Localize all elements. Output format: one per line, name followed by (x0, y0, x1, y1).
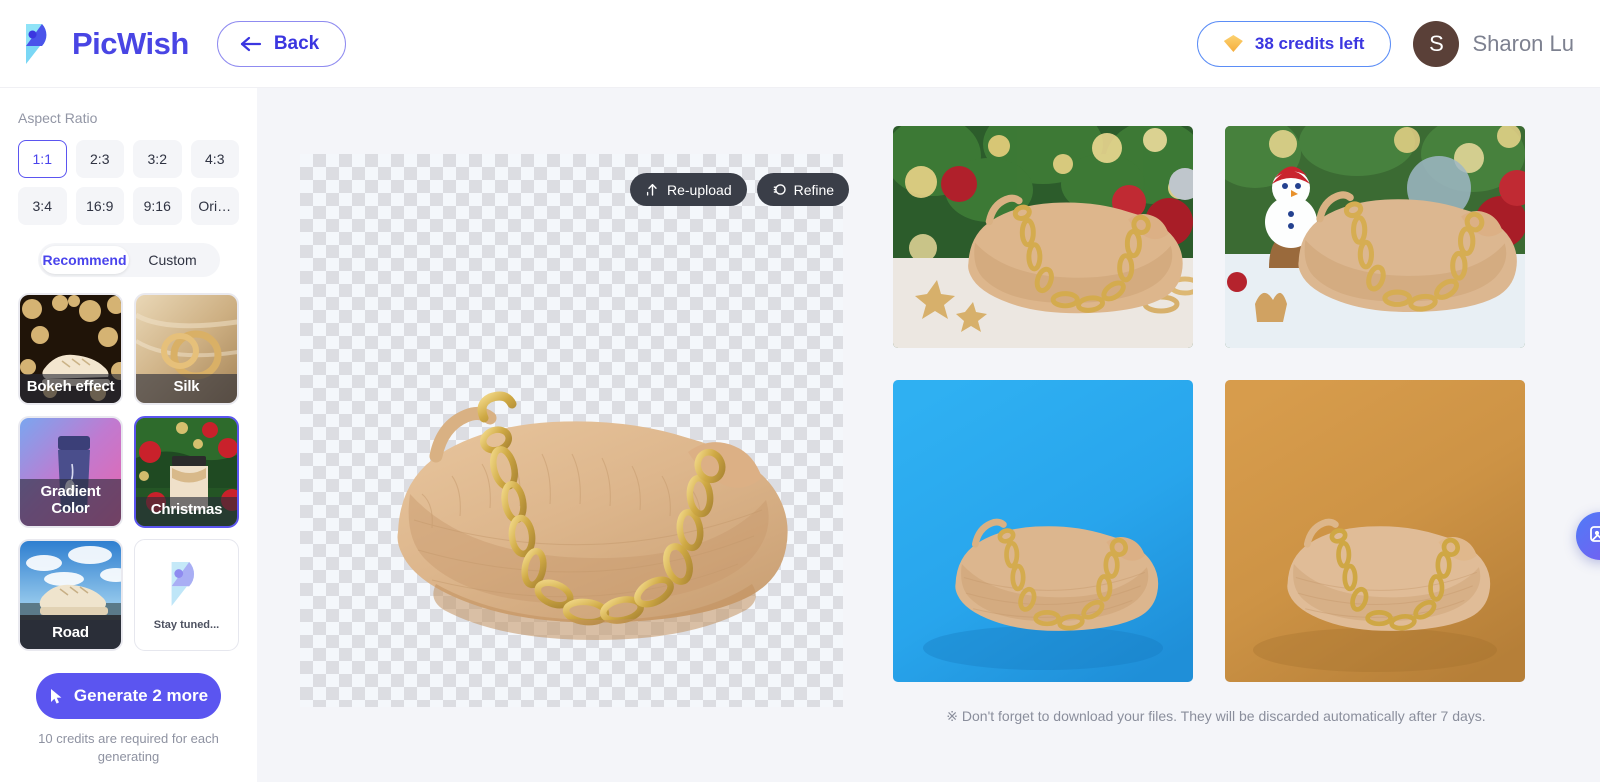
upload-icon (645, 182, 660, 197)
ratio-button-1-1[interactable]: 1:1 (18, 140, 67, 178)
credits-button[interactable]: 38 credits left (1196, 20, 1392, 67)
brand: PicWish (20, 22, 189, 66)
results-footnote: ※ Don't forget to download your files. T… (946, 708, 1486, 724)
ratio-button-2-3[interactable]: 2:3 (75, 140, 124, 178)
source-image-preview[interactable] (300, 154, 843, 707)
picwish-logo-icon-placeholder (165, 559, 209, 609)
ratio-button-4-3[interactable]: 4:3 (190, 140, 239, 178)
template-label-stay-tuned: Stay tuned... (153, 619, 220, 631)
ratio-button-original[interactable]: Ori… (190, 187, 239, 225)
app-header: PicWish Back 38 credits left S Sharon Lu (0, 0, 1600, 88)
refine-icon (772, 182, 787, 197)
tab-recommend[interactable]: Recommend (40, 246, 129, 274)
result-card-snowman[interactable] (1225, 126, 1525, 348)
source-bag-image (370, 344, 800, 684)
template-label-gradient-color: Gradient Color (20, 479, 121, 526)
template-card-bokeh-effect[interactable]: Bokeh effect (18, 293, 123, 405)
template-label-road: Road (20, 620, 121, 649)
back-button-label: Back (273, 32, 320, 54)
user-menu[interactable]: S Sharon Lu (1413, 20, 1574, 67)
results-grid (893, 126, 1539, 682)
cursor-click-icon (49, 688, 65, 705)
template-card-gradient-color[interactable]: Gradient Color (18, 416, 123, 528)
result-card-christmas-tree[interactable] (893, 126, 1193, 348)
template-label-bokeh-effect: Bokeh effect (20, 374, 121, 403)
canvas-toolbar: Re-upload Refine (630, 173, 850, 206)
brand-name: PicWish (72, 25, 189, 61)
main-canvas: Re-upload Refine ※ Don't forget to downl… (257, 88, 1600, 782)
image-edit-icon (1587, 523, 1600, 549)
template-label-silk: Silk (136, 374, 237, 403)
generate-button-label: Generate 2 more (73, 686, 209, 705)
results-panel: ※ Don't forget to download your files. T… (893, 126, 1539, 725)
image-edit-fab[interactable] (1576, 512, 1600, 560)
refine-button[interactable]: Refine (756, 173, 850, 206)
back-button[interactable]: Back (216, 20, 347, 67)
left-sidebar: Aspect Ratio 1:1 2:3 3:2 4:3 3:4 16:9 9:… (0, 88, 257, 782)
template-mode-switch: Recommend Custom (37, 243, 220, 277)
template-grid: Bokeh effect Silk Gradient Color Christm… (18, 293, 239, 651)
header-right: 38 credits left S Sharon Lu (1196, 20, 1574, 67)
result-card-blue[interactable] (893, 380, 1193, 682)
user-name: Sharon Lu (1472, 30, 1574, 56)
tab-custom[interactable]: Custom (129, 246, 217, 274)
aspect-ratio-grid: 1:1 2:3 3:2 4:3 3:4 16:9 9:16 Ori… (18, 140, 239, 225)
ratio-button-9-16[interactable]: 9:16 (133, 187, 182, 225)
picwish-logo-icon (20, 22, 60, 66)
template-card-road[interactable]: Road (18, 539, 123, 651)
reupload-button[interactable]: Re-upload (630, 173, 747, 206)
diamond-icon (1223, 35, 1243, 52)
ratio-button-3-2[interactable]: 3:2 (133, 140, 182, 178)
ratio-button-16-9[interactable]: 16:9 (75, 187, 124, 225)
aspect-ratio-label: Aspect Ratio (18, 110, 98, 126)
picwish-app: PicWish Back 38 credits left S Sharon Lu (0, 0, 1600, 782)
refine-label: Refine (793, 181, 835, 198)
arrow-left-icon (238, 34, 264, 54)
template-card-silk[interactable]: Silk (134, 293, 239, 405)
generate-section: Generate 2 more 10 credits are required … (18, 651, 239, 765)
template-card-christmas[interactable]: Christmas (134, 416, 239, 528)
generate-note: 10 credits are required for each generat… (38, 731, 219, 764)
generate-button[interactable]: Generate 2 more (36, 673, 221, 719)
result-card-orange[interactable] (1225, 380, 1525, 682)
avatar: S (1413, 20, 1460, 67)
template-label-christmas: Christmas (136, 497, 237, 526)
credits-label: 38 credits left (1254, 33, 1365, 53)
ratio-button-3-4[interactable]: 3:4 (18, 187, 67, 225)
template-card-stay-tuned[interactable]: Stay tuned... (134, 539, 239, 651)
reupload-label: Re-upload (667, 181, 732, 198)
